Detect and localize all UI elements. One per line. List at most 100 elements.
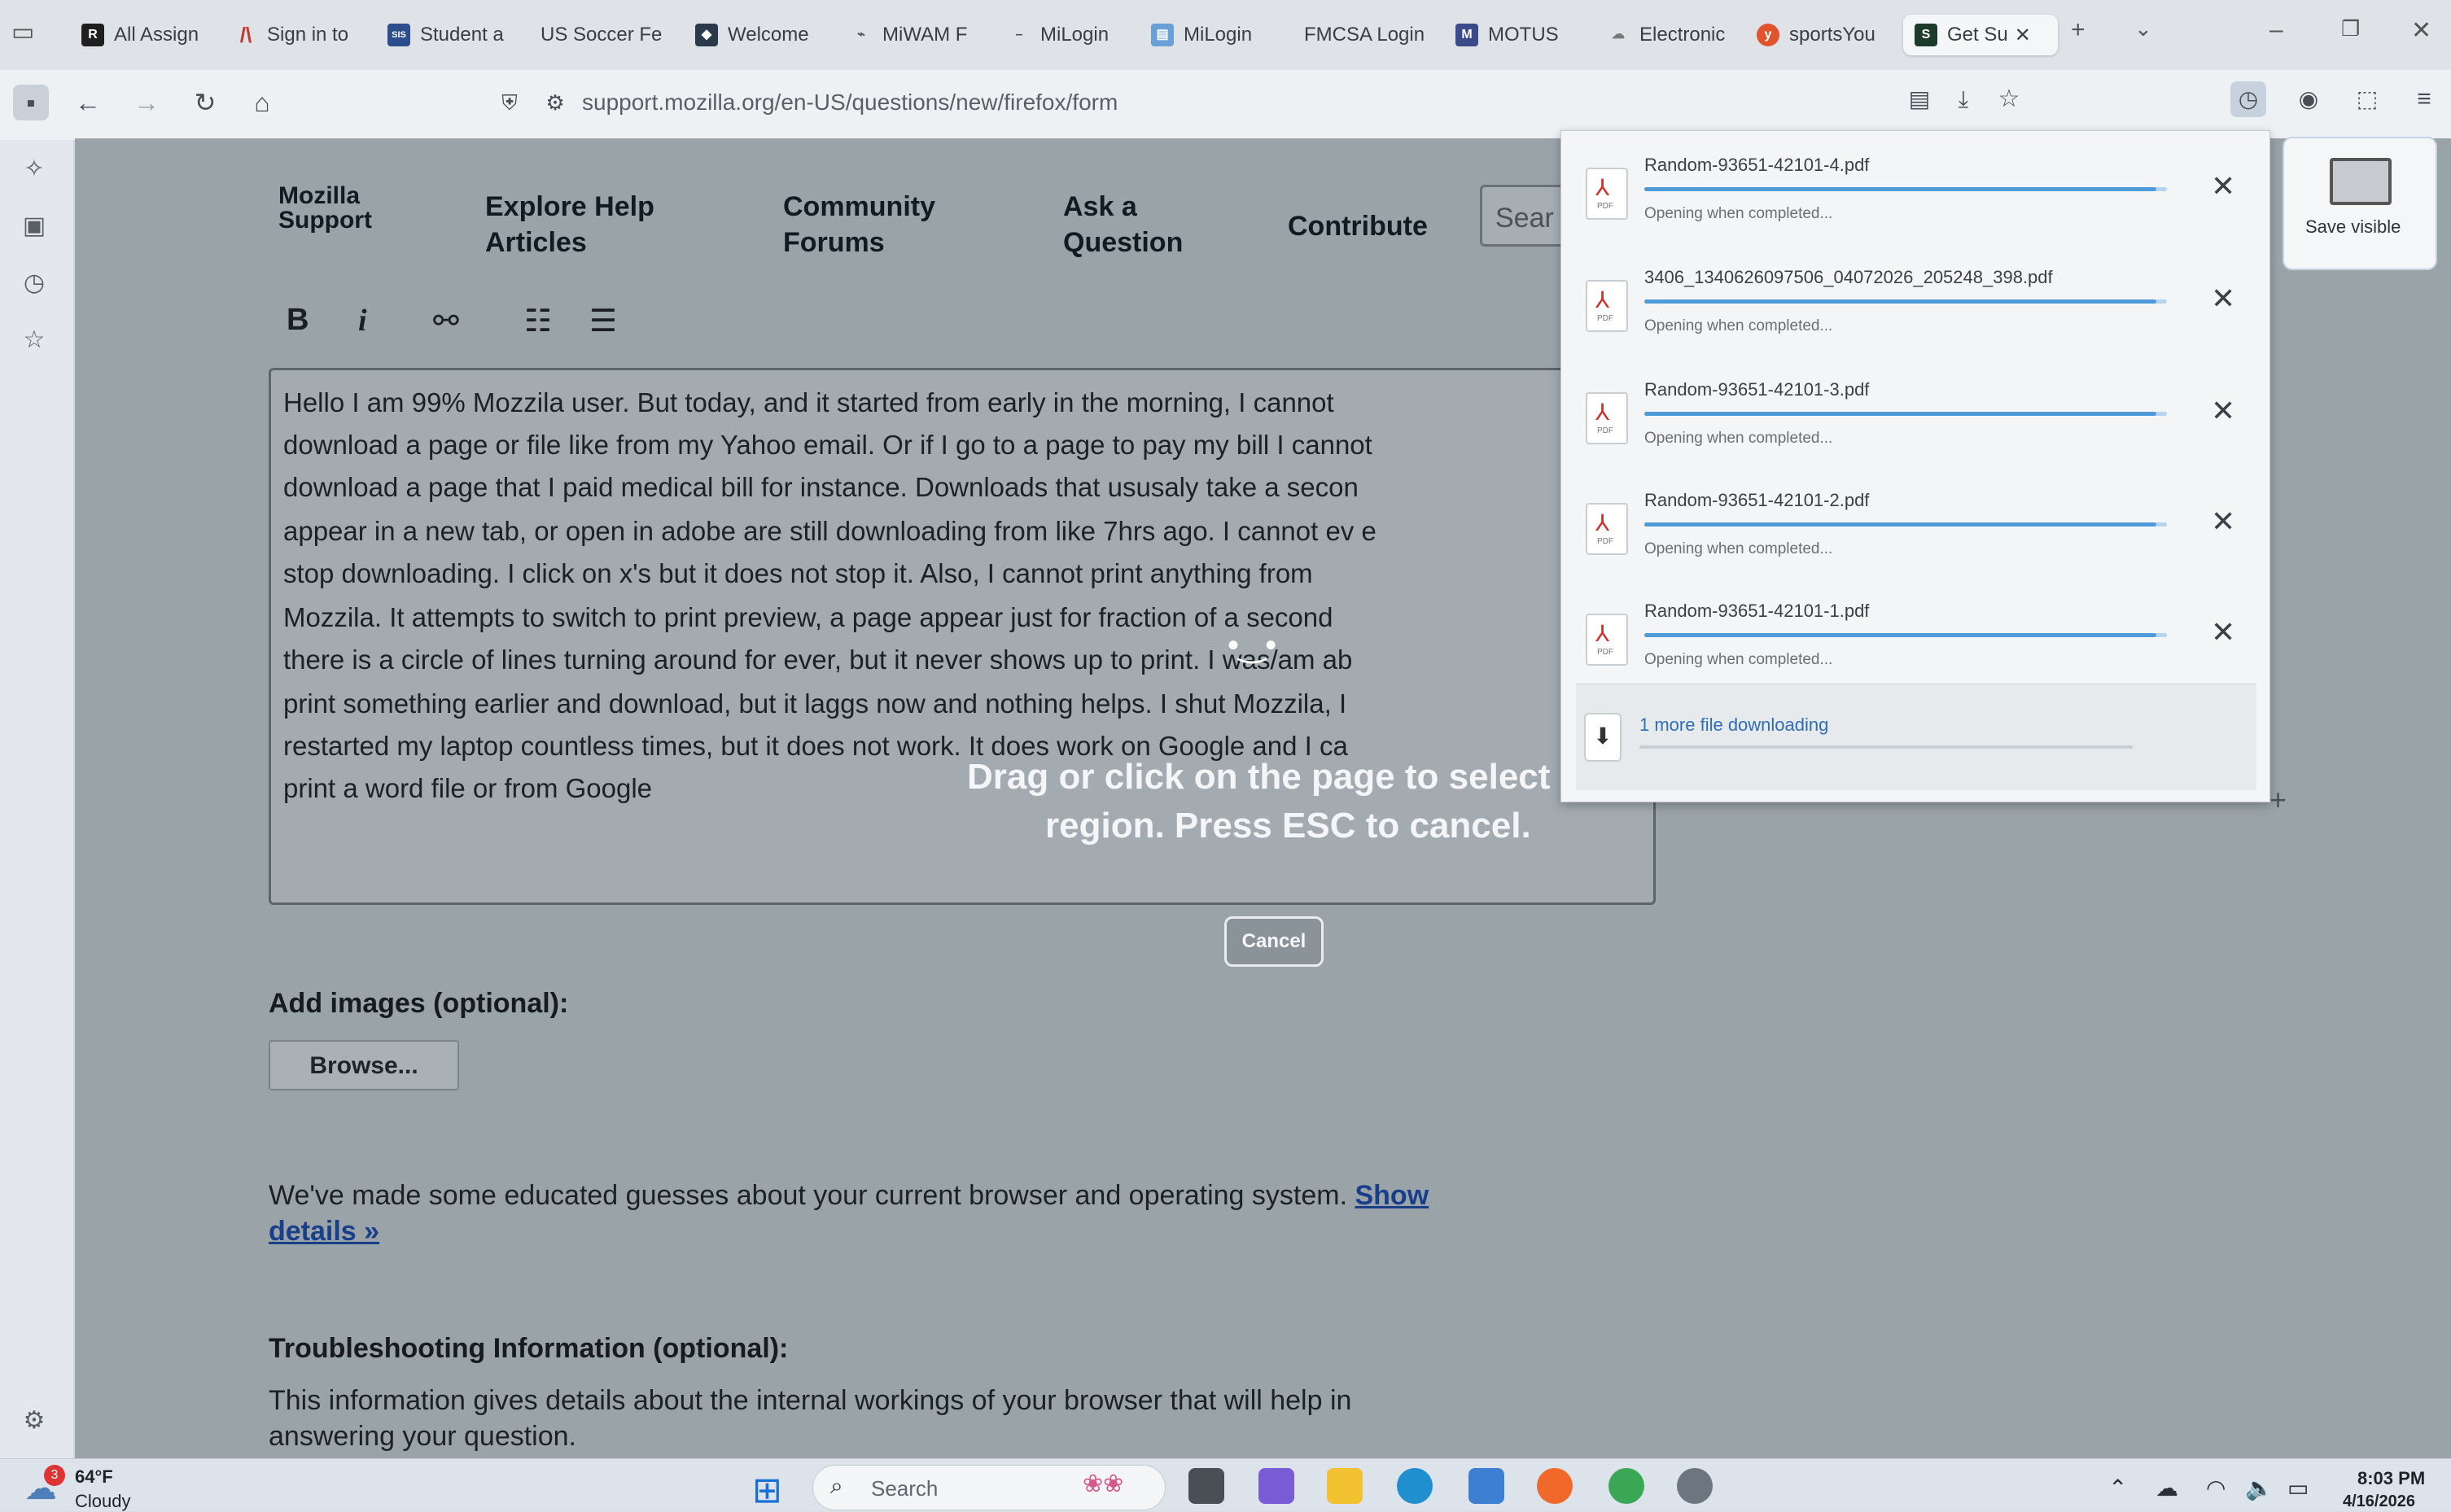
edge-icon[interactable] bbox=[1397, 1468, 1433, 1504]
cancel-download-icon[interactable]: ✕ bbox=[2211, 282, 2235, 316]
tab-all-assign[interactable]: R All Assign bbox=[81, 15, 204, 55]
italic-button[interactable]: i bbox=[358, 303, 367, 339]
windows-start-icon[interactable]: ⊞ bbox=[752, 1470, 782, 1511]
close-tab-icon[interactable]: ✕ bbox=[2015, 24, 2031, 47]
extensions-icon[interactable]: ⬚ bbox=[2349, 81, 2385, 117]
back-icon[interactable]: ← bbox=[70, 85, 106, 120]
ai-chat-icon[interactable]: ✧ bbox=[16, 151, 52, 187]
volume-muted-icon[interactable]: 🔈 bbox=[2245, 1475, 2274, 1501]
tab-list-icon[interactable]: ▭ bbox=[11, 18, 34, 46]
permissions-icon[interactable]: ⚙ bbox=[537, 85, 573, 120]
shield-icon[interactable]: ⛨ bbox=[492, 85, 527, 120]
settings-app-icon[interactable] bbox=[1677, 1468, 1713, 1504]
minimize-icon[interactable]: – bbox=[2269, 16, 2283, 44]
cancel-download-icon[interactable]: ✕ bbox=[2211, 505, 2235, 539]
battery-icon[interactable]: ▭ bbox=[2287, 1475, 2309, 1501]
synced-tabs-icon[interactable]: ▣ bbox=[16, 208, 52, 244]
crosshair-cursor-icon: + bbox=[2269, 783, 2287, 816]
onedrive-icon[interactable]: ☁ bbox=[2156, 1475, 2178, 1501]
chevron-down-icon[interactable]: ⌄ bbox=[2134, 16, 2152, 42]
cancel-download-icon[interactable]: ✕ bbox=[2211, 615, 2235, 649]
bullet-list-icon[interactable]: ☰ bbox=[589, 303, 617, 339]
clock-date[interactable]: 4/16/2026 bbox=[2343, 1492, 2415, 1511]
download-filename: Random-93651-42101-2.pdf bbox=[1644, 490, 1870, 510]
bookmarks-icon[interactable]: ☆ bbox=[16, 322, 52, 358]
tab-milogin-1[interactable]: – MiLogin bbox=[1008, 15, 1130, 55]
tab-electronic[interactable]: ☁ Electronic bbox=[1607, 15, 1731, 55]
restore-icon[interactable]: ❐ bbox=[2341, 16, 2360, 42]
cancel-download-icon[interactable]: ✕ bbox=[2211, 169, 2235, 203]
tab-student[interactable]: SIS Student a bbox=[387, 15, 510, 55]
nav-contribute[interactable]: Contribute bbox=[1288, 208, 1428, 244]
clock-time[interactable]: 8:03 PM bbox=[2357, 1468, 2425, 1489]
weather-badge: 3 bbox=[44, 1465, 65, 1486]
milogin-icon: – bbox=[1015, 28, 1023, 42]
download-progress-bar bbox=[1644, 187, 2167, 191]
firefox-icon[interactable] bbox=[1537, 1468, 1573, 1504]
more-downloads-link[interactable]: 1 more file downloading bbox=[1639, 714, 1828, 736]
sidebar-toggle-icon[interactable]: ▪ bbox=[13, 85, 49, 120]
downloads-icon[interactable]: ◷ bbox=[2230, 81, 2266, 117]
save-visible-button[interactable] bbox=[2282, 137, 2437, 270]
menu-icon[interactable]: ≡ bbox=[2406, 81, 2442, 117]
save-to-pocket-icon[interactable]: ⤓ bbox=[1945, 81, 1981, 117]
bold-button[interactable]: B bbox=[287, 303, 309, 338]
tab-sign-in[interactable]: /\ Sign in to bbox=[234, 15, 365, 55]
download-arrow-icon: ⬇ bbox=[1584, 713, 1622, 762]
show-hidden-icons-icon[interactable]: ⌃ bbox=[2108, 1475, 2127, 1501]
mozilla-support-logo[interactable]: Mozilla Support bbox=[278, 184, 372, 233]
troubleshooting-text: This information gives details about the… bbox=[269, 1385, 1352, 1416]
show-details-link[interactable]: details » bbox=[269, 1216, 379, 1248]
motus-icon: M bbox=[1455, 24, 1478, 46]
more-downloads-row[interactable] bbox=[1576, 684, 2256, 790]
window-close-icon[interactable]: ✕ bbox=[2411, 16, 2431, 45]
link-icon[interactable]: ⚯ bbox=[433, 303, 459, 339]
history-icon[interactable]: ◷ bbox=[16, 265, 52, 301]
copilot-icon[interactable] bbox=[1258, 1468, 1294, 1504]
new-tab-icon[interactable]: + bbox=[2071, 16, 2086, 44]
sis-icon: SIS bbox=[387, 24, 410, 46]
tab-get-support-active[interactable]: S Get Su ✕ bbox=[1903, 15, 2058, 55]
cancel-button[interactable]: Cancel bbox=[1224, 916, 1324, 967]
reload-icon[interactable]: ↻ bbox=[187, 85, 223, 120]
home-icon[interactable]: ⌂ bbox=[244, 85, 280, 120]
editor-line: print a word file or from Google bbox=[283, 773, 653, 803]
chrome-icon[interactable] bbox=[1608, 1468, 1644, 1504]
nav-community-forums[interactable]: Community Forums bbox=[783, 189, 935, 260]
tab-welcome[interactable]: ◆ Welcome bbox=[695, 15, 817, 55]
tab-fmcsa[interactable]: FMCSA Login bbox=[1304, 15, 1434, 55]
tab-milogin-2[interactable]: ▤ MiLogin bbox=[1151, 15, 1273, 55]
download-progress-bar bbox=[1644, 522, 2167, 527]
pdf-file-icon: ⅄ PDF bbox=[1586, 503, 1628, 555]
file-explorer-icon[interactable] bbox=[1327, 1468, 1363, 1504]
taskbar bbox=[0, 1458, 2451, 1511]
pdf-file-icon: ⅄ PDF bbox=[1586, 168, 1628, 220]
store-icon[interactable] bbox=[1468, 1468, 1504, 1504]
download-status: Opening when completed... bbox=[1644, 540, 1833, 557]
troubleshooting-text: answering your question. bbox=[269, 1421, 577, 1452]
nav-ask-a-question[interactable]: Ask a Question bbox=[1063, 189, 1183, 260]
weather-temp: 64°F bbox=[75, 1466, 113, 1487]
wifi-icon[interactable]: ◠ bbox=[2206, 1475, 2226, 1501]
nav-explore-help-articles[interactable]: Explore Help Articles bbox=[485, 189, 654, 260]
weather-condition: Cloudy bbox=[75, 1491, 131, 1511]
browse-button[interactable]: Browse... bbox=[269, 1040, 459, 1090]
task-view-icon[interactable] bbox=[1188, 1468, 1224, 1504]
forward-icon[interactable]: → bbox=[129, 85, 164, 120]
cancel-download-icon[interactable]: ✕ bbox=[2211, 394, 2235, 428]
account-icon[interactable]: ◉ bbox=[2291, 81, 2326, 117]
tulips-icon: ❀❀ bbox=[1083, 1470, 1124, 1497]
show-details-link[interactable]: Show bbox=[1355, 1180, 1429, 1211]
bookmark-star-icon[interactable]: ☆ bbox=[1991, 81, 2027, 117]
tab-us-soccer[interactable]: US Soccer Fe bbox=[541, 15, 664, 55]
miwam-icon: ⌁ bbox=[857, 28, 865, 42]
tab-sportsyou[interactable]: y sportsYou bbox=[1757, 15, 1879, 55]
troubleshooting-label: Troubleshooting Information (optional): bbox=[269, 1333, 789, 1364]
numbered-list-icon[interactable]: ☷ bbox=[524, 303, 552, 339]
tab-motus[interactable]: M MOTUS bbox=[1455, 15, 1578, 55]
reader-view-icon[interactable]: ▤ bbox=[1902, 81, 1937, 117]
search-icon: ⌕ bbox=[830, 1473, 843, 1498]
tab-miwam[interactable]: ⌁ MiWAM F bbox=[850, 15, 972, 55]
download-status: Opening when completed... bbox=[1644, 205, 1833, 222]
settings-gear-icon[interactable]: ⚙ bbox=[16, 1403, 52, 1439]
